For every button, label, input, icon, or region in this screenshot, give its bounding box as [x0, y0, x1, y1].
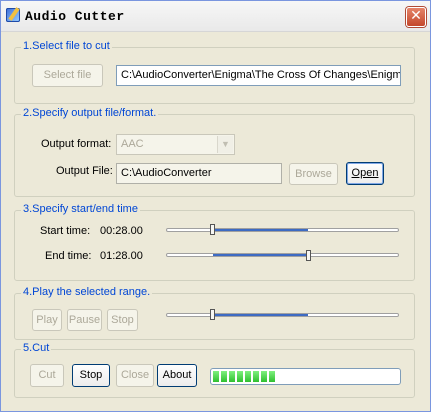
- start-end-time-group: 3.Specify start/end time: [14, 203, 415, 281]
- browse-button[interactable]: Browse: [289, 163, 338, 185]
- progress-chunk: [269, 371, 275, 382]
- progress-chunk: [221, 371, 227, 382]
- output-format-label: Output format:: [41, 138, 112, 150]
- progress-chunk: [261, 371, 267, 382]
- scissors-app-icon: [6, 8, 20, 22]
- progress-chunk: [237, 371, 243, 382]
- cut-stop-button[interactable]: Stop: [72, 364, 110, 387]
- about-button[interactable]: About: [157, 364, 197, 387]
- start-end-time-group-title: 3.Specify start/end time: [21, 203, 140, 215]
- select-file-button[interactable]: Select file: [32, 64, 103, 87]
- end-time-slider-fill: [213, 254, 308, 256]
- cut-progress-bar: [210, 368, 401, 385]
- progress-chunk: [245, 371, 251, 382]
- end-time-value: 01:28.00: [100, 250, 143, 262]
- source-file-path-field[interactable]: C:\AudioConverter\Enigma\The Cross Of Ch…: [116, 65, 401, 86]
- chevron-down-icon[interactable]: ▼: [217, 136, 233, 153]
- play-position-slider-thumb[interactable]: [210, 309, 215, 320]
- play-stop-button[interactable]: Stop: [107, 309, 138, 331]
- start-time-slider-track[interactable]: [166, 228, 399, 232]
- cut-button[interactable]: Cut: [30, 364, 64, 387]
- progress-chunk: [229, 371, 235, 382]
- start-time-label: Start time:: [40, 225, 91, 237]
- progress-chunk: [213, 371, 219, 382]
- select-file-group-title: 1.Select file to cut: [21, 40, 112, 52]
- pause-button[interactable]: Pause: [67, 309, 102, 331]
- close-window-button[interactable]: ✕: [406, 7, 426, 27]
- cut-group-title: 5.Cut: [21, 342, 52, 354]
- end-time-label: End time:: [45, 250, 92, 262]
- end-time-slider-track[interactable]: [166, 253, 399, 257]
- start-time-value: 00:28.00: [100, 225, 143, 237]
- output-file-label: Output File:: [56, 165, 113, 177]
- audio-cutter-window: Audio Cutter ✕ 1.Select file to cut Sele…: [0, 0, 431, 412]
- play-position-slider-track[interactable]: [166, 313, 399, 317]
- window-title: Audio Cutter: [25, 9, 125, 24]
- output-format-select[interactable]: AAC ▼: [116, 134, 235, 155]
- start-time-slider-thumb[interactable]: [210, 224, 215, 235]
- output-file-field[interactable]: C:\AudioConverter: [116, 163, 282, 184]
- close-button[interactable]: Close: [116, 364, 154, 387]
- play-button[interactable]: Play: [32, 309, 62, 331]
- start-time-slider-fill: [213, 229, 308, 231]
- play-position-slider-fill: [213, 314, 308, 316]
- end-time-slider-thumb[interactable]: [306, 250, 311, 261]
- progress-chunk: [253, 371, 259, 382]
- output-format-group-title: 2.Specify output file/format.: [21, 107, 159, 119]
- play-range-group-title: 4.Play the selected range.: [21, 286, 153, 298]
- title-bar[interactable]: Audio Cutter ✕: [1, 1, 430, 32]
- close-icon: ✕: [410, 8, 422, 24]
- open-button-label: Open: [351, 167, 379, 179]
- open-button[interactable]: Open: [346, 162, 384, 185]
- output-format-value: AAC: [121, 138, 144, 150]
